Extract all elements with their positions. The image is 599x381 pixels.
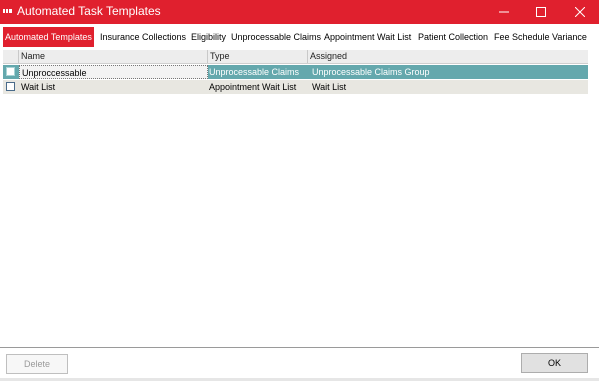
column-header-name[interactable]: Name: [19, 50, 208, 63]
row-checkbox[interactable]: [6, 82, 15, 91]
column-header-type[interactable]: Type: [208, 50, 308, 63]
minimize-icon: [499, 11, 509, 13]
row-checkbox[interactable]: [6, 67, 15, 76]
cell-type: Appointment Wait List: [209, 82, 297, 92]
ok-button[interactable]: OK: [521, 353, 588, 373]
column-header-assigned[interactable]: Assigned: [308, 50, 588, 63]
tab-eligibility[interactable]: Eligibility: [191, 29, 226, 45]
close-button[interactable]: [562, 0, 598, 24]
maximize-icon: [536, 7, 546, 17]
delete-button[interactable]: Delete: [6, 354, 68, 374]
tab-automated-templates[interactable]: Automated Templates: [3, 27, 94, 47]
tab-appointment-wait-list[interactable]: Appointment Wait List: [324, 29, 411, 45]
tab-patient-collection[interactable]: Patient Collection: [418, 29, 488, 45]
close-icon: [575, 7, 585, 17]
tab-strip: Automated Templates Insurance Collection…: [0, 27, 599, 47]
cell-type: Unprocessable Claims: [209, 67, 300, 77]
cell-assigned: Unprocessable Claims Group: [312, 67, 430, 77]
table-row[interactable]: Unproccessable Unprocessable Claims Unpr…: [3, 65, 588, 79]
tab-insurance-collections[interactable]: Insurance Collections: [100, 29, 186, 45]
maximize-button[interactable]: [523, 0, 559, 24]
grid-header: Name Type Assigned: [3, 50, 588, 64]
cell-name: Unproccessable: [19, 65, 208, 79]
cell-name: Wait List: [21, 82, 56, 92]
title-bar[interactable]: Automated Task Templates: [0, 0, 599, 24]
tab-unprocessable-claims[interactable]: Unprocessable Claims: [231, 29, 321, 45]
footer-divider: [0, 347, 599, 348]
minimize-button[interactable]: [486, 0, 522, 24]
window-title: Automated Task Templates: [17, 4, 161, 18]
header-checkbox-column: [3, 50, 19, 63]
cell-assigned: Wait List: [312, 82, 347, 92]
app-logo-icon: [3, 8, 13, 14]
templates-grid: Name Type Assigned Unproccessable Unproc…: [3, 50, 588, 96]
tab-fee-schedule-variance[interactable]: Fee Schedule Variance: [494, 29, 587, 45]
table-row[interactable]: Wait List Appointment Wait List Wait Lis…: [3, 80, 588, 94]
